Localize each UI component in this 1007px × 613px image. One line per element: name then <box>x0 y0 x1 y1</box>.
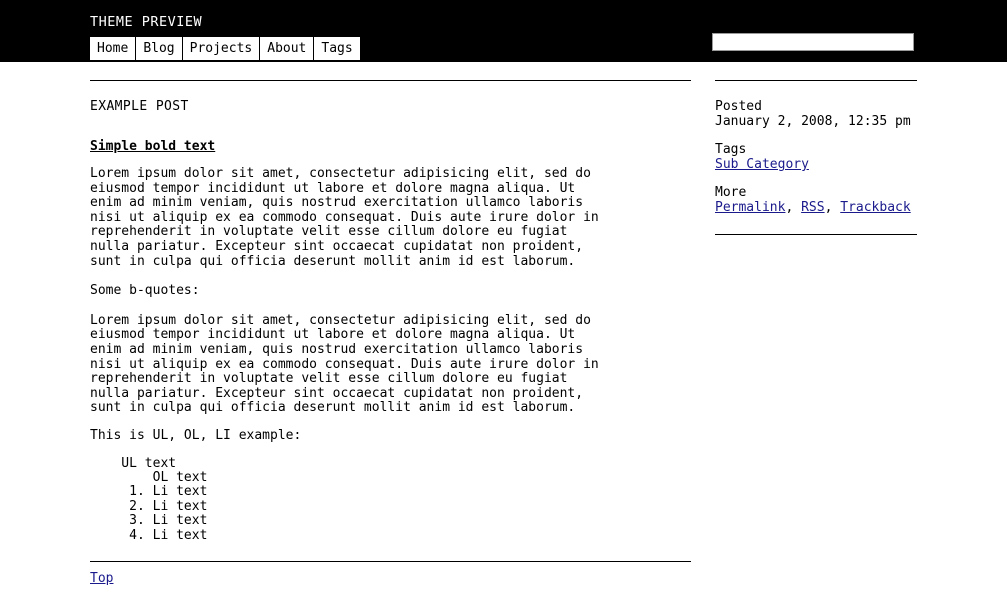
more-links-row: Permalink, RSS, Trackback <box>715 200 917 215</box>
page-title: EXAMPLE POST <box>90 99 189 114</box>
sidebar: Posted January 2, 2008, 12:35 pm Tags Su… <box>715 80 917 235</box>
blockquote-intro: Some b-quotes: <box>90 283 200 299</box>
posted-date: January 2, 2008, 12:35 pm <box>715 114 911 129</box>
list-item: UL text <box>90 455 177 471</box>
nav-item-blog[interactable]: Blog <box>136 37 182 60</box>
list-item: 3. Li text <box>90 513 208 529</box>
search-input[interactable] <box>712 33 914 51</box>
more-link-separator: , <box>824 200 841 215</box>
posted-label: Posted <box>715 99 762 114</box>
tags-label: Tags <box>715 142 747 157</box>
more-link-permalink[interactable]: Permalink <box>715 200 785 215</box>
top-link[interactable]: Top <box>90 571 113 586</box>
site-title: THEME PREVIEW <box>90 14 203 30</box>
nav-item-home[interactable]: Home <box>90 37 136 60</box>
tag-link-sub-category[interactable]: Sub Category <box>715 157 809 172</box>
more-link-rss[interactable]: RSS <box>801 200 824 215</box>
list-item: 1. Li text <box>90 484 208 500</box>
more-link-separator: , <box>785 200 802 215</box>
example-list: UL text OL text 1. Li text 2. Li text 3.… <box>90 455 691 543</box>
nav-item-about[interactable]: About <box>260 37 314 60</box>
post-paragraph-1: Lorem ipsum dolor sit amet, consectetur … <box>90 166 599 269</box>
list-item: 4. Li text <box>90 527 208 543</box>
main-navigation: Home Blog Projects About Tags <box>90 37 360 60</box>
post-paragraph-2: Lorem ipsum dolor sit amet, consectetur … <box>90 312 599 416</box>
post-subtitle-link[interactable]: Simple bold text <box>90 139 215 154</box>
site-header: THEME PREVIEW Home Blog Projects About Tags <box>0 0 1007 62</box>
list-item: OL text <box>90 469 208 485</box>
more-link-trackback[interactable]: Trackback <box>840 200 910 215</box>
sidebar-bottom-divider <box>715 234 917 235</box>
main-content-column: EXAMPLE POST Simple bold text Lorem ipsu… <box>90 80 691 586</box>
more-label: More <box>715 185 747 200</box>
nav-item-tags[interactable]: Tags <box>314 37 360 60</box>
list-item: 2. Li text <box>90 498 208 514</box>
nav-item-projects[interactable]: Projects <box>182 37 260 60</box>
list-intro: This is UL, OL, LI example: <box>90 427 302 443</box>
